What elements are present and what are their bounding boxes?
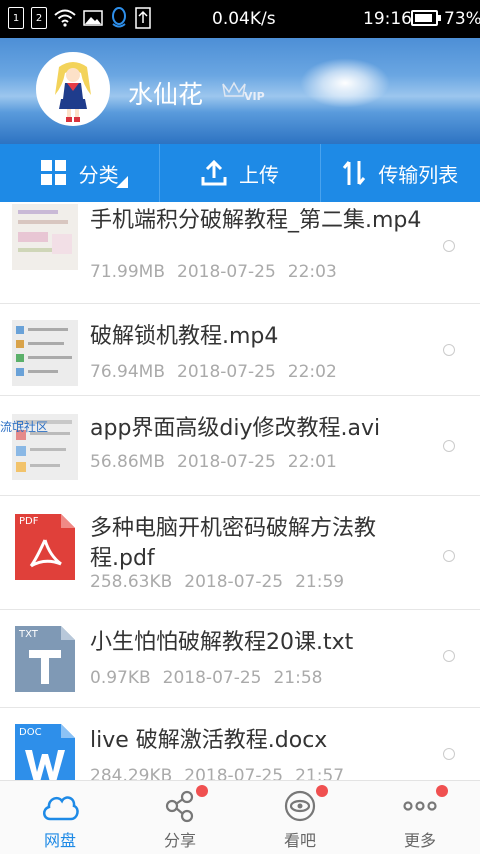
- dropdown-caret-icon: [116, 176, 128, 188]
- file-date: 2018-07-25: [184, 766, 284, 780]
- sim1-icon: 1: [8, 7, 24, 29]
- bottom-nav: 网盘 分享 看吧 更多: [0, 780, 480, 854]
- select-radio[interactable]: [443, 550, 455, 562]
- notification-dot: [316, 785, 328, 797]
- battery-icon: [411, 10, 441, 26]
- file-date: 2018-07-25: [162, 668, 262, 688]
- nav-label: 分享: [163, 831, 196, 850]
- action-bar: 分类 上传 传输列表: [0, 144, 480, 202]
- eye-icon: [284, 790, 316, 822]
- nav-share[interactable]: 分享: [120, 781, 240, 854]
- transfer-list-label: 传输列表: [378, 162, 459, 187]
- nav-watch[interactable]: 看吧: [240, 781, 360, 854]
- file-row[interactable]: TXT 小生怕怕破解教程20课.txt 0.97KB 2018-07-25 21:5…: [0, 610, 480, 708]
- sim2-icon: 2: [31, 7, 47, 29]
- category-label: 分类: [78, 162, 119, 187]
- file-date: 2018-07-25: [177, 262, 276, 282]
- file-name: 小生怕怕破解教程20课.txt: [90, 630, 354, 655]
- nav-cloud-drive[interactable]: 网盘: [0, 781, 120, 854]
- notification-dot: [436, 785, 448, 797]
- vip-label: VIP: [244, 90, 265, 103]
- select-radio[interactable]: [443, 240, 455, 252]
- file-meta: 284.29KB 2018-07-25 21:57: [90, 766, 344, 780]
- file-list: 手机端积分破解教程_第二集.mp4 71.99MB 2018-07-25 22:03…: [0, 202, 480, 780]
- avatar[interactable]: [36, 52, 110, 126]
- select-radio[interactable]: [443, 344, 455, 356]
- grid-icon: [40, 160, 66, 185]
- file-size: 71.99MB: [90, 262, 165, 282]
- qq-icon: [112, 7, 126, 28]
- file-name: app界面高级diy修改教程.avi: [90, 416, 381, 441]
- video-thumbnail: [12, 320, 78, 386]
- file-time: 22:02: [287, 362, 337, 382]
- select-radio[interactable]: [443, 650, 455, 662]
- file-name: 手机端积分破解教程_第二集.mp4: [90, 208, 422, 233]
- file-row[interactable]: 破解锁机教程.mp4 76.94MB 2018-07-25 22:02: [0, 304, 480, 396]
- download-icon: [135, 7, 151, 29]
- file-type-badge: PDF: [19, 516, 39, 527]
- file-size: 76.94MB: [90, 362, 165, 382]
- file-meta: 258.63KB 2018-07-25 21:59: [90, 572, 344, 592]
- file-size: 284.29KB: [90, 766, 173, 780]
- wifi-icon: [54, 9, 76, 27]
- nav-label: 更多: [403, 831, 436, 850]
- upload-icon: [201, 160, 227, 186]
- file-date: 2018-07-25: [184, 572, 284, 592]
- transfer-list-tab[interactable]: 传输列表: [321, 144, 480, 202]
- file-name: 破解锁机教程.mp4: [90, 324, 279, 349]
- file-time: 21:57: [295, 766, 345, 780]
- clock: 19:16: [363, 9, 412, 29]
- select-radio[interactable]: [443, 748, 455, 760]
- share-icon: [165, 790, 194, 823]
- upload-label: 上传: [238, 162, 279, 187]
- file-time: 22:03: [287, 262, 337, 282]
- file-type-badge: DOC: [19, 727, 42, 738]
- nav-label: 网盘: [43, 831, 76, 850]
- watermark-text: 流氓社区: [0, 420, 49, 434]
- file-row[interactable]: app界面高级diy修改教程.avi 56.86MB 2018-07-25 22:0…: [0, 396, 480, 496]
- header-background: [300, 58, 390, 108]
- notification-dot: [196, 785, 208, 797]
- upload-tab[interactable]: 上传: [160, 144, 321, 202]
- file-meta: 71.99MB 2018-07-25 22:03: [90, 262, 337, 282]
- file-time: 21:58: [273, 668, 323, 688]
- file-name: 多种电脑开机密码破解方法教程.pdf: [90, 516, 377, 571]
- network-speed: 0.04K/s: [212, 9, 276, 29]
- file-name: live 破解激活教程.docx: [90, 728, 328, 753]
- username: 水仙花: [128, 80, 204, 109]
- file-meta: 0.97KB 2018-07-25 21:58: [90, 668, 322, 688]
- select-radio[interactable]: [443, 440, 455, 452]
- image-icon: [83, 10, 103, 26]
- file-meta: 76.94MB 2018-07-25 22:02: [90, 362, 337, 382]
- nav-more[interactable]: 更多: [360, 781, 480, 854]
- file-type-badge: TXT: [19, 629, 38, 640]
- file-size: 0.97KB: [90, 668, 151, 688]
- file-row[interactable]: DOC live 破解激活教程.docx 284.29KB 2018-07-25 2…: [0, 708, 480, 780]
- file-time: 22:01: [287, 452, 337, 472]
- cloud-icon: [43, 796, 79, 821]
- file-size: 258.63KB: [90, 572, 173, 592]
- status-bar: 1 2 0.04K/s 19:16 73%: [0, 0, 480, 38]
- vip-badge: VIP: [220, 80, 268, 110]
- file-meta: 56.86MB 2018-07-25 22:01: [90, 452, 337, 472]
- nav-label: 看吧: [283, 831, 316, 850]
- file-date: 2018-07-25: [177, 452, 276, 472]
- file-size: 56.86MB: [90, 452, 165, 472]
- file-row[interactable]: 手机端积分破解教程_第二集.mp4 71.99MB 2018-07-25 22:03: [0, 202, 480, 304]
- video-thumbnail: [12, 204, 78, 270]
- more-icon: [403, 801, 437, 811]
- file-row[interactable]: PDF 多种电脑开机密码破解方法教程.pdf 258.63KB 2018-07-2…: [0, 496, 480, 610]
- battery-percent: 73%: [444, 9, 480, 29]
- category-tab[interactable]: 分类: [0, 144, 161, 202]
- file-time: 21:59: [295, 572, 345, 592]
- avatar-image: [39, 55, 107, 123]
- transfer-icon: [343, 161, 366, 185]
- profile-header: 水仙花 VIP: [0, 38, 480, 144]
- file-date: 2018-07-25: [177, 362, 276, 382]
